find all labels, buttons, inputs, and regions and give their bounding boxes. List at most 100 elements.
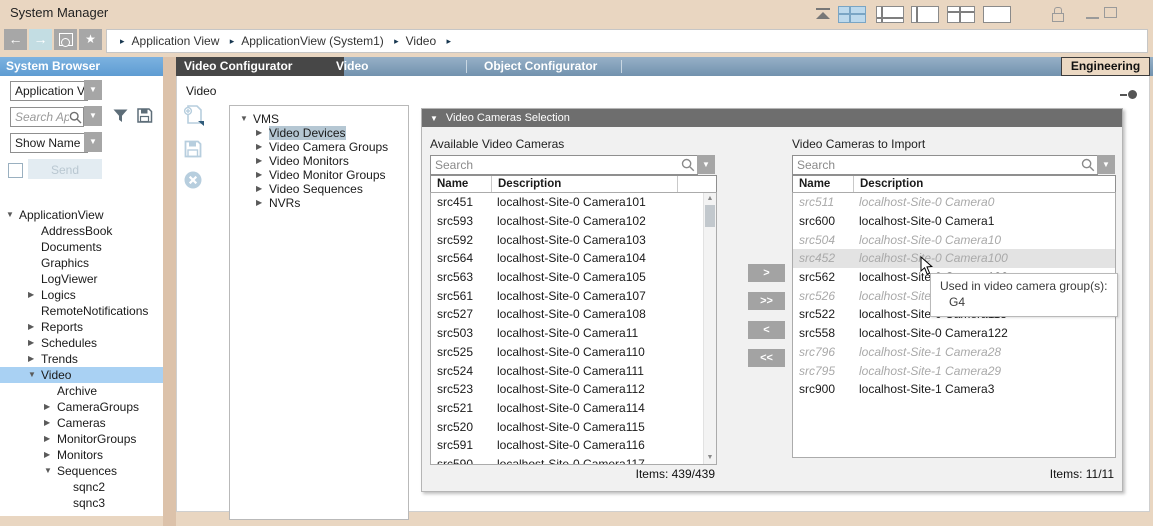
camera-row[interactable]: src900 localhost-Site-1 Camera3 [793,380,1115,399]
camera-row[interactable]: src525 localhost-Site-0 Camera110 [431,343,716,362]
back-button[interactable]: ← [4,29,27,50]
camera-row[interactable]: src558 localhost-Site-0 Camera122 [793,324,1115,343]
import-search-dropdown-icon[interactable]: ▼ [1097,155,1115,174]
scroll-up-icon[interactable]: ▲ [704,194,716,204]
tree-expand-icon[interactable]: ▶ [44,431,57,447]
tree-expand-icon[interactable]: ▶ [44,447,57,463]
filter-icon[interactable] [112,107,129,124]
import-document-icon[interactable] [183,104,207,131]
forward-button[interactable]: → [29,29,52,50]
collapse-panel-icon[interactable]: ▼ [430,114,438,123]
lock-icon[interactable] [1052,7,1064,22]
tree-expand-icon[interactable]: ▶ [256,168,269,182]
transfer-button[interactable]: < [748,321,785,339]
tree-expand-icon[interactable]: ▶ [256,154,269,168]
available-search-input[interactable] [431,156,679,174]
collapse-ribbon-icon[interactable] [816,8,830,19]
camera-row[interactable]: src451 localhost-Site-0 Camera101 [431,193,716,212]
tree-item[interactable]: ▶ Reports [0,319,163,335]
cancel-icon[interactable] [183,170,207,193]
tab[interactable]: Video [328,57,376,76]
sidebar-search-input[interactable] [11,108,71,126]
breadcrumb-item[interactable]: ▸Video [387,30,436,52]
tree-expand-icon[interactable]: ▶ [44,399,57,415]
breadcrumb-item[interactable]: ▸ApplicationView (System1) [223,30,384,52]
send-button[interactable]: Send [28,159,102,179]
save-icon[interactable] [183,139,207,162]
vms-tree-item[interactable]: ▶ Video Monitors [230,154,408,168]
vms-tree-item[interactable]: ▶ Video Camera Groups [230,140,408,154]
camera-row[interactable]: src563 localhost-Site-0 Camera105 [431,268,716,287]
tree-item[interactable]: ▼ Video [0,367,163,383]
camera-row[interactable]: src527 localhost-Site-0 Camera108 [431,305,716,324]
vms-tree-item[interactable]: ▶ NVRs [230,196,408,210]
camera-row[interactable]: src796 localhost-Site-1 Camera28 [793,343,1115,362]
camera-row[interactable]: src564 localhost-Site-0 Camera104 [431,249,716,268]
panel-header[interactable]: ▼Video Cameras Selection [422,109,1122,127]
tree-item[interactable]: Archive [0,383,163,399]
description-column-header[interactable]: Description [492,176,677,193]
description-column-header[interactable]: Description [854,176,1115,193]
camera-row[interactable]: src592 localhost-Site-0 Camera103 [431,230,716,249]
vms-tree-item[interactable]: ▶ Video Monitor Groups [230,168,408,182]
breadcrumb-item[interactable]: ▸Application View [113,30,219,52]
engineering-mode-button[interactable]: Engineering [1061,57,1150,76]
tree-item[interactable]: ▶ CameraGroups [0,399,163,415]
tree-item[interactable]: ▶ Cameras [0,415,163,431]
camera-row[interactable]: src561 localhost-Site-0 Camera107 [431,286,716,305]
vms-tree-item[interactable]: ▼ VMS [230,112,408,126]
scroll-down-icon[interactable]: ▼ [704,453,716,463]
tree-expand-icon[interactable]: ▼ [28,367,41,383]
tree-expand-icon[interactable]: ▶ [256,196,269,210]
tree-item[interactable]: RemoteNotifications [0,303,163,319]
camera-row[interactable]: src591 localhost-Site-0 Camera116 [431,436,716,455]
tree-expand-icon[interactable]: ▶ [256,126,269,140]
camera-row[interactable]: src590 localhost-Site-0 Camera117 [431,455,716,465]
tree-item[interactable]: ▶ MonitorGroups [0,431,163,447]
camera-row[interactable]: src521 localhost-Site-0 Camera114 [431,399,716,418]
tree-item[interactable]: Graphics [0,255,163,271]
tab[interactable]: Video Configurator [176,57,344,76]
vertical-scrollbar[interactable]: ▲ ▼ [703,193,716,464]
import-search-input[interactable] [793,156,1079,174]
tree-expand-icon[interactable]: ▼ [44,463,57,479]
tree-item[interactable]: ▶ Logics [0,287,163,303]
tree-item[interactable]: ▼ Sequences [0,463,163,479]
layout-split-icon[interactable] [947,6,975,23]
tree-item[interactable]: sqnc3 [0,495,163,511]
camera-row[interactable]: src520 localhost-Site-0 Camera115 [431,417,716,436]
camera-row[interactable]: src511 localhost-Site-0 Camera0 [793,193,1115,212]
display-mode-selector[interactable]: Show Name [10,133,88,153]
vms-tree-item[interactable]: ▶ Video Devices [230,126,408,140]
tree-item[interactable]: LogViewer [0,271,163,287]
sidebar-search-dropdown-icon[interactable]: ▼ [84,106,102,126]
tree-expand-icon[interactable]: ▶ [28,351,41,367]
transfer-button[interactable]: > [748,264,785,282]
tree-expand-icon[interactable]: ▼ [6,207,19,223]
layout-left-bottom-icon[interactable] [876,6,904,23]
display-mode-dropdown-icon[interactable]: ▼ [84,132,102,152]
tree-expand-icon[interactable]: ▶ [44,415,57,431]
tree-expand-icon[interactable]: ▶ [28,319,41,335]
camera-row[interactable]: src593 localhost-Site-0 Camera102 [431,212,716,231]
favorites-button[interactable]: ★ [79,29,102,50]
camera-row[interactable]: src600 localhost-Site-0 Camera1 [793,212,1115,231]
history-button[interactable] [54,29,77,50]
tree-item[interactable]: ▶ Schedules [0,335,163,351]
layout-single-icon[interactable] [983,6,1011,23]
tree-item[interactable]: ▼ ApplicationView [0,207,163,223]
sidebar-splitter[interactable] [163,57,176,526]
tree-item[interactable]: ▶ Trends [0,351,163,367]
scrollbar-thumb[interactable] [705,205,715,227]
transfer-button[interactable]: >> [748,292,785,310]
minimize-button[interactable] [1086,17,1099,19]
tree-item[interactable]: ▶ Monitors [0,447,163,463]
transfer-button[interactable]: << [748,349,785,367]
send-checkbox[interactable] [8,163,23,178]
tree-item[interactable]: Documents [0,239,163,255]
camera-row[interactable]: src524 localhost-Site-0 Camera111 [431,361,716,380]
tree-expand-icon[interactable]: ▶ [28,287,41,303]
camera-row[interactable]: src523 localhost-Site-0 Camera112 [431,380,716,399]
save-search-icon[interactable] [136,107,153,124]
layout-quad-icon[interactable] [838,6,866,23]
